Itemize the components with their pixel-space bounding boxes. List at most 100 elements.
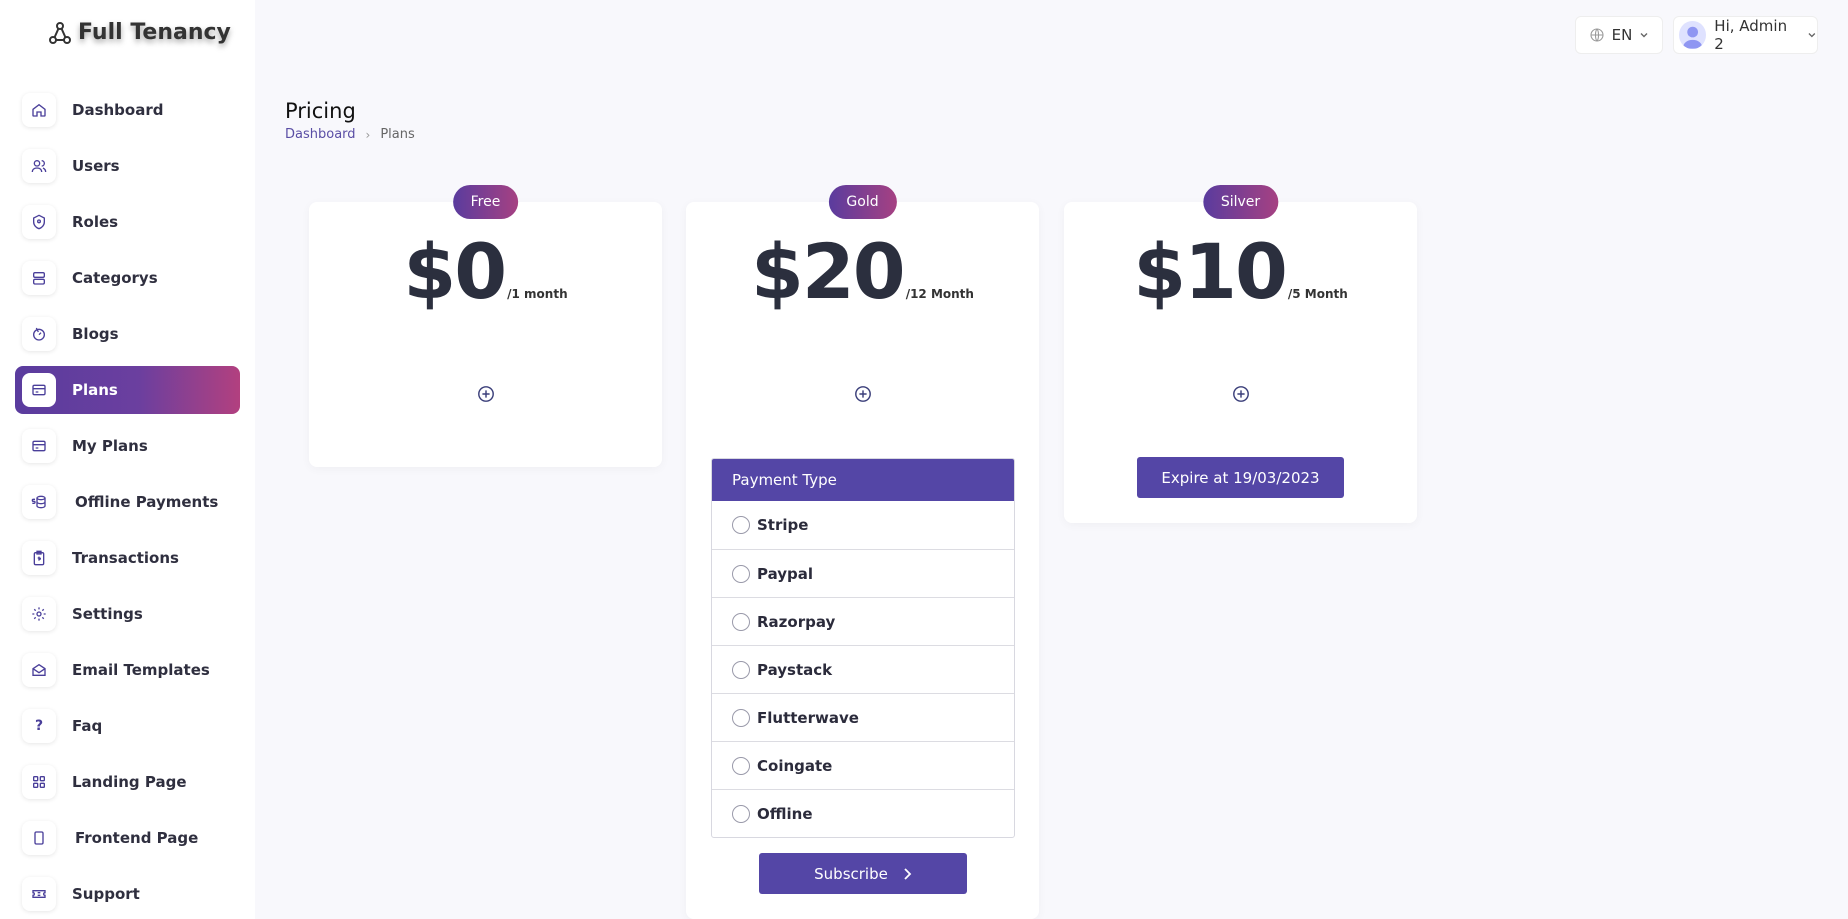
plan-card-free: Free $0 /1 month	[309, 185, 662, 467]
breadcrumb: Dashboard › Plans	[285, 127, 415, 142]
payment-option-coingate[interactable]: Coingate	[712, 741, 1014, 789]
page-title: Pricing	[285, 99, 356, 123]
sidebar-item-transactions[interactable]: Transactions	[15, 534, 240, 582]
sidebar-item-my-plans[interactable]: My Plans	[15, 422, 240, 470]
user-greeting: Hi, Admin 2	[1714, 17, 1788, 53]
network-logo-icon	[49, 21, 71, 44]
sidebar-item-email-templates[interactable]: Email Templates	[15, 646, 240, 694]
sidebar-item-blogs[interactable]: Blogs	[15, 310, 240, 358]
sidebar-item-label: Roles	[72, 213, 119, 231]
radio-button[interactable]	[732, 804, 750, 823]
blog-icon	[22, 317, 56, 351]
breadcrumb-current: Plans	[380, 127, 415, 142]
radio-button[interactable]	[732, 708, 750, 727]
clipboard-icon	[22, 541, 56, 575]
sidebar-item-label: Settings	[72, 605, 143, 623]
payment-option-paystack[interactable]: Paystack	[712, 645, 1014, 693]
price-row: $20 /12 Month	[686, 234, 1039, 310]
plan-card-gold: Gold $20 /12 Month Payment Type Stripe P…	[686, 185, 1039, 919]
sidebar-item-label: Categorys	[72, 269, 158, 287]
app-logo-text: Full Tenancy	[78, 20, 231, 45]
plan-price: $20	[751, 227, 906, 316]
breadcrumb-dashboard-link[interactable]: Dashboard	[285, 127, 356, 142]
plan-badge: Silver	[1202, 185, 1279, 219]
language-code: EN	[1611, 26, 1633, 44]
sidebar: Full Tenancy Dashboard Users Roles Categ…	[0, 0, 255, 919]
sidebar-item-roles[interactable]: Roles	[15, 198, 240, 246]
grid-icon	[22, 765, 56, 799]
sidebar-nav: Dashboard Users Roles Categorys Blogs Pl…	[15, 86, 240, 919]
sidebar-item-categorys[interactable]: Categorys	[15, 254, 240, 302]
plan-price: $10	[1133, 227, 1288, 316]
sidebar-item-label: Users	[72, 157, 120, 175]
sidebar-item-users[interactable]: Users	[15, 142, 240, 190]
plan-period: /1 month	[507, 287, 568, 301]
app-logo[interactable]: Full Tenancy	[48, 20, 231, 45]
shield-icon	[22, 205, 56, 239]
sidebar-item-landing-page[interactable]: Landing Page	[15, 758, 240, 806]
sidebar-item-label: Offline Payments	[75, 493, 219, 511]
sidebar-item-label: Frontend Page	[75, 829, 199, 847]
sidebar-item-frontend-page[interactable]: Frontend Page	[15, 814, 240, 862]
payment-option-label: Razorpay	[757, 612, 836, 631]
sidebar-item-label: Dashboard	[72, 101, 164, 119]
payment-options: Stripe Paypal Razorpay Paystack Flutterw…	[712, 501, 1014, 837]
payment-option-paypal[interactable]: Paypal	[712, 549, 1014, 597]
home-icon	[22, 93, 56, 127]
sidebar-item-dashboard[interactable]: Dashboard	[15, 86, 240, 134]
chevron-right-icon	[904, 867, 912, 880]
payment-type-header: Payment Type	[712, 459, 1014, 501]
subscribe-button[interactable]: Subscribe	[759, 853, 967, 894]
ticket-icon	[22, 877, 56, 911]
radio-button[interactable]	[732, 660, 750, 679]
sidebar-item-plans[interactable]: Plans	[15, 366, 240, 414]
payment-option-label: Paystack	[757, 660, 833, 679]
payment-type-panel: Payment Type Stripe Paypal Razorpay Pays…	[711, 458, 1015, 838]
chevron-right-icon: ›	[365, 127, 371, 142]
user-menu[interactable]: Hi, Admin 2	[1673, 16, 1818, 54]
sidebar-item-label: Blogs	[72, 325, 119, 343]
plan-period: /12 Month	[905, 287, 974, 301]
sidebar-item-label: Email Templates	[72, 661, 210, 679]
chevron-down-icon	[1640, 33, 1648, 38]
plus-circle-icon[interactable]	[854, 385, 872, 403]
payment-option-flutterwave[interactable]: Flutterwave	[712, 693, 1014, 741]
avatar	[1679, 21, 1707, 49]
sidebar-item-label: Support	[72, 885, 140, 903]
payment-option-label: Coingate	[757, 756, 833, 775]
gear-icon	[22, 597, 56, 631]
sidebar-item-offline-payments[interactable]: Offline Payments	[15, 478, 240, 526]
payment-option-offline[interactable]: Offline	[712, 789, 1014, 837]
sidebar-item-support[interactable]: Support	[15, 870, 240, 918]
payment-option-razorpay[interactable]: Razorpay	[712, 597, 1014, 645]
sidebar-item-label: Landing Page	[72, 773, 187, 791]
page-icon	[22, 821, 56, 855]
sidebar-item-label: My Plans	[72, 437, 148, 455]
price-row: $10 /5 Month	[1064, 234, 1417, 310]
plus-circle-icon[interactable]	[477, 385, 495, 403]
plan-badge: Gold	[828, 185, 897, 219]
plan-card-silver: Silver $10 /5 Month Expire at 19/03/2023	[1064, 185, 1417, 523]
question-icon: ?	[22, 709, 56, 743]
radio-button[interactable]	[732, 516, 750, 534]
mail-icon	[22, 653, 56, 687]
plan-badge: Free	[452, 185, 519, 219]
sidebar-item-label: Transactions	[72, 549, 179, 567]
radio-button[interactable]	[732, 756, 750, 775]
expire-button[interactable]: Expire at 19/03/2023	[1137, 457, 1344, 498]
users-icon	[22, 149, 56, 183]
plus-circle-icon[interactable]	[1232, 385, 1250, 403]
sidebar-item-settings[interactable]: Settings	[15, 590, 240, 638]
payment-option-stripe[interactable]: Stripe	[712, 501, 1014, 549]
language-selector[interactable]: EN	[1575, 16, 1663, 54]
radio-button[interactable]	[732, 612, 750, 631]
sidebar-item-faq[interactable]: ? Faq	[15, 702, 240, 750]
globe-icon	[1590, 28, 1604, 42]
chevron-down-icon	[1808, 33, 1816, 38]
money-icon	[22, 485, 56, 519]
radio-button[interactable]	[732, 564, 750, 583]
sidebar-item-label: Plans	[72, 381, 118, 399]
plan-price: $0	[403, 227, 507, 316]
plan-period: /5 Month	[1287, 287, 1348, 301]
layers-icon	[22, 261, 56, 295]
